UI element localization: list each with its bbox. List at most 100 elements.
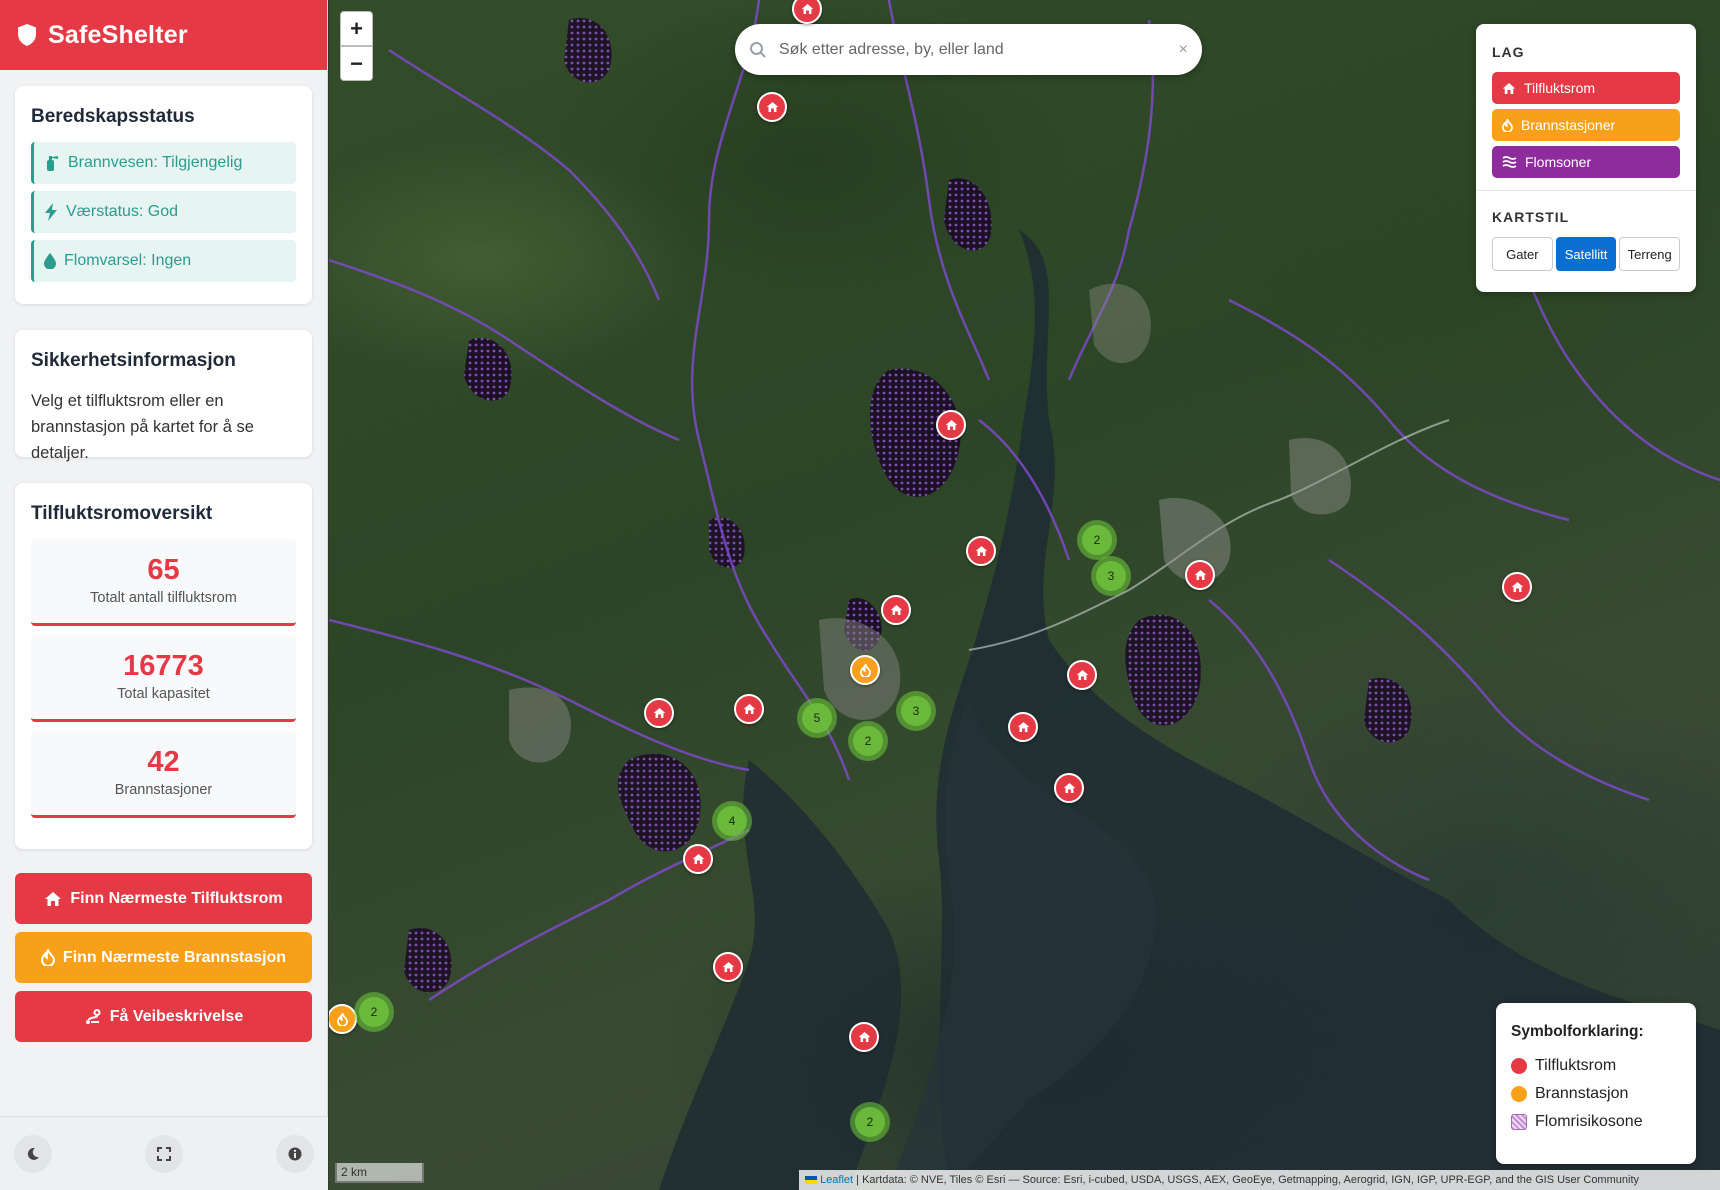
shelter-marker[interactable] <box>734 694 764 724</box>
marker-cluster[interactable]: 3 <box>896 691 936 731</box>
marker-cluster[interactable]: 2 <box>850 1102 890 1142</box>
stat-total-capacity: 16773 Total kapasitet <box>31 635 296 722</box>
shelter-marker[interactable] <box>713 952 743 982</box>
legend-item-flood-zone: Flomrisikosone <box>1511 1113 1681 1131</box>
layer-toggle-shelters[interactable]: Tilfluktsrom <box>1492 72 1680 104</box>
house-icon <box>858 1031 870 1043</box>
shelter-marker[interactable] <box>1054 773 1084 803</box>
flame-icon <box>336 1012 348 1026</box>
map-style-streets-button[interactable]: Gater <box>1492 237 1553 271</box>
stat-value: 42 <box>147 746 180 778</box>
shelter-marker[interactable] <box>1008 712 1038 742</box>
zoom-out-button[interactable]: − <box>340 46 373 81</box>
house-icon <box>801 3 813 15</box>
cluster-count: 2 <box>855 1107 885 1137</box>
map-scale: 2 km <box>335 1163 424 1183</box>
marker-cluster[interactable]: 2 <box>848 721 888 761</box>
status-flood-label: Flomvarsel: Ingen <box>64 252 192 269</box>
readiness-title: Beredskapsstatus <box>31 106 195 127</box>
layers-panel: LAG Tilfluktsrom Brannstasjoner Flomsone… <box>1476 24 1696 292</box>
legend-title: Symbolforklaring: <box>1511 1023 1644 1040</box>
stat-label: Total kapasitet <box>117 686 210 702</box>
legend-label: Brannstasjon <box>1535 1085 1629 1102</box>
shelter-marker[interactable] <box>1067 660 1097 690</box>
cluster-count: 4 <box>717 806 747 836</box>
shelter-marker[interactable] <box>1185 560 1215 590</box>
layers-divider <box>1476 190 1696 191</box>
search-icon <box>750 41 766 58</box>
get-directions-button[interactable]: Få Veibeskrivelse <box>15 991 312 1042</box>
map-style-group: Gater Satellitt Terreng <box>1492 237 1681 271</box>
layer-toggle-flood-zones[interactable]: Flomsoner <box>1492 146 1680 178</box>
find-nearest-shelter-label: Finn Nærmeste Tilfluktsrom <box>70 889 283 907</box>
fullscreen-button[interactable] <box>145 1135 183 1173</box>
info-button[interactable] <box>276 1135 314 1173</box>
shelter-overview-card: Tilfluktsromoversikt 65 Totalt antall ti… <box>15 483 312 849</box>
house-icon <box>1063 782 1075 794</box>
satellite-map[interactable]: + − × 2 3 5 2 3 4 2 2 LAG Tilfluktsrom B <box>329 0 1720 1190</box>
marker-cluster[interactable]: 4 <box>712 801 752 841</box>
legend-item-shelter: Tilfluktsrom <box>1511 1057 1681 1075</box>
layer-toggle-fire-stations[interactable]: Brannstasjoner <box>1492 109 1680 141</box>
route-icon <box>85 1008 101 1024</box>
shelter-marker[interactable] <box>757 92 787 122</box>
cluster-count: 5 <box>802 703 832 733</box>
shelter-marker[interactable] <box>683 844 713 874</box>
legend-label: Flomrisikosone <box>1535 1113 1643 1130</box>
sidebar: SafeShelter Beredskapsstatus Brannvesen:… <box>0 0 328 1190</box>
map-style-terrain-button[interactable]: Terreng <box>1619 237 1681 271</box>
sidebar-footer <box>0 1116 328 1190</box>
house-icon <box>1502 82 1516 94</box>
flag-icon <box>805 1176 817 1185</box>
bolt-icon <box>45 203 57 221</box>
marker-cluster[interactable]: 2 <box>1077 520 1117 560</box>
status-weather: Værstatus: God <box>31 191 296 233</box>
house-icon <box>1076 669 1088 681</box>
marker-cluster[interactable]: 5 <box>797 698 837 738</box>
house-icon <box>45 891 62 906</box>
app-title: SafeShelter <box>48 20 188 49</box>
search-bar: × <box>735 24 1202 75</box>
get-directions-label: Få Veibeskrivelse <box>109 1007 244 1025</box>
marker-cluster[interactable]: 2 <box>354 992 394 1032</box>
layer-label: Brannstasjoner <box>1521 117 1616 133</box>
map-style-title: KARTSTIL <box>1492 209 1570 225</box>
marker-cluster[interactable]: 3 <box>1091 556 1131 596</box>
leaflet-link[interactable]: Leaflet <box>820 1174 853 1186</box>
shelter-marker[interactable] <box>644 698 674 728</box>
stat-fire-stations: 42 Brannstasjoner <box>31 731 296 818</box>
flame-icon <box>40 949 55 966</box>
stat-value: 16773 <box>123 650 204 682</box>
map-attribution: Leaflet | Kartdata: © NVE, Tiles © Esri … <box>799 1170 1720 1190</box>
shelter-marker[interactable] <box>936 410 966 440</box>
app-header: SafeShelter <box>0 0 327 70</box>
shelter-marker[interactable] <box>881 595 911 625</box>
safety-text: Velg et tilfluktsrom eller en brannstasj… <box>31 392 254 462</box>
shelter-marker[interactable] <box>849 1022 879 1052</box>
shelter-marker[interactable] <box>966 536 996 566</box>
layer-label: Flomsoner <box>1525 154 1592 170</box>
legend-label: Tilfluktsrom <box>1535 1057 1617 1074</box>
house-icon <box>722 961 734 973</box>
find-nearest-shelter-button[interactable]: Finn Nærmeste Tilfluktsrom <box>15 873 312 924</box>
stat-total-shelters: 65 Totalt antall tilfluktsrom <box>31 539 296 626</box>
find-nearest-fire-station-button[interactable]: Finn Nærmeste Brannstasjon <box>15 932 312 983</box>
search-clear-button[interactable]: × <box>1179 41 1188 59</box>
house-icon <box>653 707 665 719</box>
status-flood: Flomvarsel: Ingen <box>31 240 296 282</box>
house-icon <box>1511 581 1523 593</box>
cluster-count: 3 <box>1096 561 1126 591</box>
shelter-marker[interactable] <box>1502 572 1532 602</box>
dark-mode-button[interactable] <box>14 1135 52 1173</box>
map-style-satellite-button[interactable]: Satellitt <box>1555 237 1617 271</box>
layer-label: Tilfluktsrom <box>1524 80 1596 96</box>
fire-station-marker[interactable] <box>850 655 880 685</box>
safety-title: Sikkerhetsinformasjon <box>31 350 236 371</box>
house-icon <box>1017 721 1029 733</box>
legend-swatch <box>1511 1114 1527 1130</box>
stat-value: 65 <box>147 554 180 586</box>
map-legend: Symbolforklaring: Tilfluktsrom Brannstas… <box>1496 1003 1696 1164</box>
search-input[interactable] <box>779 40 1167 59</box>
zoom-in-button[interactable]: + <box>340 11 373 46</box>
legend-swatch <box>1511 1086 1527 1102</box>
